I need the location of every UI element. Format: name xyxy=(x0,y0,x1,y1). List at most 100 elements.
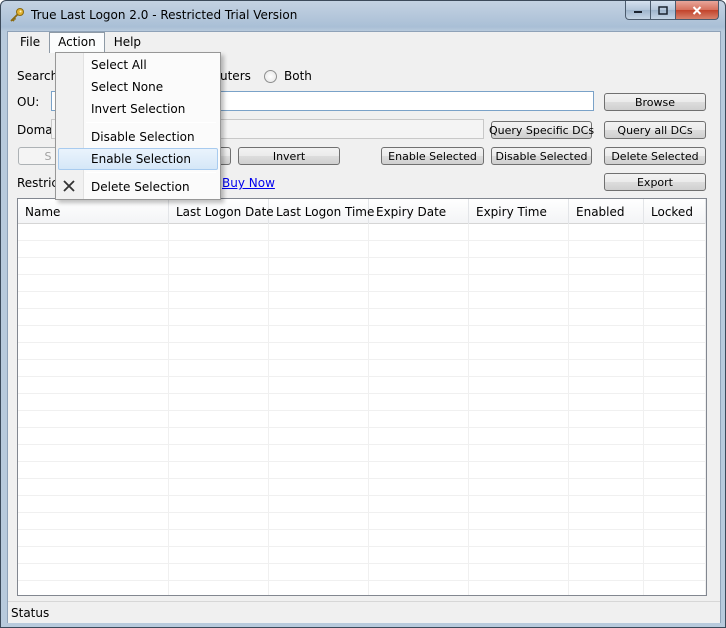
table-row xyxy=(18,581,706,595)
close-button[interactable] xyxy=(676,1,719,20)
menu-select-none[interactable]: Select None xyxy=(58,76,218,98)
table-cell xyxy=(269,462,369,478)
table-cell xyxy=(169,411,269,427)
disable-selected-button[interactable]: Disable Selected xyxy=(491,147,592,165)
buy-now-link[interactable]: Buy Now xyxy=(222,176,275,190)
table-cell xyxy=(644,428,706,444)
table-cell xyxy=(169,377,269,393)
table-cell xyxy=(469,530,569,546)
table-cell xyxy=(18,479,169,495)
table-cell xyxy=(18,360,169,376)
invert-button[interactable]: Invert xyxy=(238,147,340,165)
table-cell xyxy=(644,292,706,308)
menu-disable-selection[interactable]: Disable Selection xyxy=(58,126,218,148)
table-cell xyxy=(644,224,706,240)
table-cell xyxy=(269,343,369,359)
table-cell xyxy=(469,309,569,325)
results-list[interactable]: Name Last Logon Date Last Logon Time Exp… xyxy=(17,198,707,596)
table-cell xyxy=(469,377,569,393)
table-cell xyxy=(369,343,469,359)
maximize-button[interactable] xyxy=(651,1,676,20)
table-cell xyxy=(369,445,469,461)
window-title: True Last Logon 2.0 - Restricted Trial V… xyxy=(31,8,298,22)
table-cell xyxy=(269,377,369,393)
table-row xyxy=(18,377,706,394)
table-cell xyxy=(169,428,269,444)
table-cell xyxy=(644,530,706,546)
table-cell xyxy=(269,309,369,325)
table-cell xyxy=(18,292,169,308)
column-enabled[interactable]: Enabled xyxy=(569,199,644,224)
table-cell xyxy=(369,496,469,512)
table-row xyxy=(18,445,706,462)
table-row xyxy=(18,462,706,479)
table-cell xyxy=(469,462,569,478)
table-cell xyxy=(569,445,644,461)
table-cell xyxy=(469,411,569,427)
query-specific-dcs-button[interactable]: Query Specific DCs xyxy=(489,121,594,139)
table-cell xyxy=(269,360,369,376)
status-bar: Status xyxy=(8,601,720,623)
table-cell xyxy=(369,224,469,240)
menu-invert-selection[interactable]: Invert Selection xyxy=(58,98,218,120)
menu-delete-selection-label: Delete Selection xyxy=(91,180,190,194)
table-cell xyxy=(569,496,644,512)
enable-selected-button[interactable]: Enable Selected xyxy=(381,147,484,165)
browse-button[interactable]: Browse xyxy=(604,93,706,111)
table-cell xyxy=(169,292,269,308)
table-cell xyxy=(569,428,644,444)
menu-select-all[interactable]: Select All xyxy=(58,54,218,76)
table-cell xyxy=(18,343,169,359)
table-cell xyxy=(269,513,369,529)
table-cell xyxy=(269,241,369,257)
title-bar[interactable]: True Last Logon 2.0 - Restricted Trial V… xyxy=(1,1,725,31)
column-last-logon-time[interactable]: Last Logon Time xyxy=(269,199,374,224)
table-row xyxy=(18,258,706,275)
table-row xyxy=(18,428,706,445)
maximize-icon xyxy=(658,5,668,15)
table-cell xyxy=(569,309,644,325)
table-row xyxy=(18,275,706,292)
table-cell xyxy=(469,513,569,529)
menu-help[interactable]: Help xyxy=(105,32,150,53)
table-cell xyxy=(569,292,644,308)
table-cell xyxy=(269,411,369,427)
both-radio[interactable] xyxy=(264,70,277,83)
table-cell xyxy=(469,479,569,495)
column-last-logon-date[interactable]: Last Logon Date xyxy=(169,199,274,224)
table-row xyxy=(18,496,706,513)
table-cell xyxy=(18,411,169,427)
ou-label: OU: xyxy=(17,95,40,109)
table-cell xyxy=(169,513,269,529)
table-cell xyxy=(169,479,269,495)
table-cell xyxy=(644,343,706,359)
table-cell xyxy=(369,513,469,529)
key-icon xyxy=(10,8,24,22)
column-expiry-date[interactable]: Expiry Date xyxy=(369,199,469,224)
delete-selected-button[interactable]: Delete Selected xyxy=(604,147,706,165)
menu-action[interactable]: Action xyxy=(49,32,105,53)
table-cell xyxy=(169,564,269,580)
table-cell xyxy=(644,411,706,427)
query-all-dcs-button[interactable]: Query all DCs xyxy=(604,121,706,139)
table-cell xyxy=(18,224,169,240)
menu-delete-selection[interactable]: Delete Selection xyxy=(58,176,218,198)
table-cell xyxy=(644,377,706,393)
table-cell xyxy=(18,428,169,444)
minimize-button[interactable] xyxy=(625,1,651,20)
table-cell xyxy=(469,343,569,359)
column-expiry-time[interactable]: Expiry Time xyxy=(469,199,569,224)
menu-enable-selection[interactable]: Enable Selection xyxy=(58,148,218,170)
table-cell xyxy=(169,309,269,325)
export-button[interactable]: Export xyxy=(604,173,706,191)
table-cell xyxy=(169,462,269,478)
table-cell xyxy=(644,581,706,595)
column-locked[interactable]: Locked xyxy=(644,199,706,224)
table-cell xyxy=(644,275,706,291)
column-name[interactable]: Name xyxy=(18,199,169,224)
menu-file[interactable]: File xyxy=(11,32,49,53)
table-cell xyxy=(169,530,269,546)
table-cell xyxy=(169,581,269,595)
list-header: Name Last Logon Date Last Logon Time Exp… xyxy=(18,199,706,224)
table-cell xyxy=(569,564,644,580)
